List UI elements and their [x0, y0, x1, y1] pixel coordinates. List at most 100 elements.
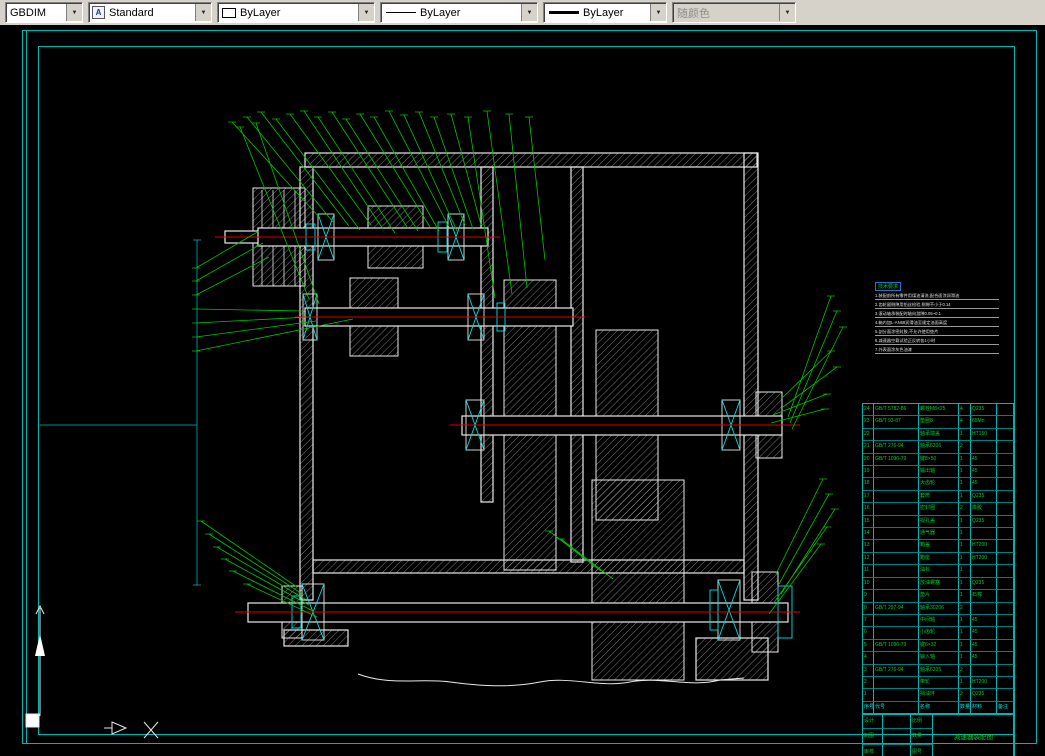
- table-cell: [997, 590, 1014, 603]
- object-properties-toolbar: GBDIM ▼ A Standard ▼ ByLayer ▼ ByLayer ▼…: [0, 0, 1045, 26]
- table-cell: 箱盖: [919, 540, 959, 553]
- table-cell: 1: [959, 528, 971, 541]
- table-cell: [874, 565, 919, 578]
- table-cell: 45: [971, 453, 997, 467]
- table-cell: HT200: [971, 676, 997, 690]
- table-cell: 大齿轮: [919, 478, 959, 491]
- table-cell: 2: [959, 689, 971, 702]
- chevron-down-icon[interactable]: ▼: [521, 4, 537, 21]
- table-row: 11 油标 1: [863, 565, 1014, 578]
- table-row: 24 GB/T 5782-86 螺栓M8×25 4 Q235: [863, 404, 1014, 417]
- table-cell: [874, 428, 919, 442]
- table-cell: 1: [959, 627, 971, 640]
- table-cell: 4: [959, 404, 971, 417]
- titleblock-label-check: 审核: [863, 745, 883, 756]
- dim-style-combo[interactable]: GBDIM ▼: [5, 2, 83, 23]
- table-cell: HT200: [971, 552, 997, 566]
- table-cell: [997, 503, 1014, 516]
- table-row: 13 箱盖 1 HT200: [863, 540, 1014, 553]
- table-cell: [997, 428, 1014, 442]
- table-cell: 小齿轮: [919, 627, 959, 640]
- plot-style-value: 随颜色: [677, 7, 710, 20]
- table-cell: [997, 490, 1014, 504]
- table-cell: 带轮: [919, 676, 959, 690]
- linetype-control-combo[interactable]: ByLayer ▼: [380, 2, 538, 23]
- table-cell: [971, 528, 997, 541]
- technical-notes-title: 技术要求: [875, 282, 902, 291]
- table-row: 22 轴承端盖 1 HT150: [863, 428, 1014, 442]
- table-cell: 垫片: [919, 590, 959, 603]
- titleblock-label-qty: 数量: [911, 729, 933, 745]
- text-style-value: Standard: [109, 6, 154, 19]
- table-cell: 1: [959, 466, 971, 479]
- table-row: 23 GB/T 93-87 垫圈8 4 65Mn: [863, 416, 1014, 429]
- table-cell: [997, 404, 1014, 417]
- lineweight-value: ByLayer: [583, 6, 624, 19]
- table-cell: [997, 552, 1014, 566]
- table-cell: [997, 565, 1014, 578]
- table-cell: 45: [971, 614, 997, 628]
- chevron-down-icon[interactable]: ▼: [650, 4, 666, 21]
- table-cell: HT150: [971, 428, 997, 442]
- dimension-lines: [40, 239, 201, 586]
- table-cell: 石棉: [971, 590, 997, 603]
- table-cell: [997, 614, 1014, 628]
- table-row: 14 通气器 1: [863, 528, 1014, 541]
- model-space-canvas[interactable]: 技术要求 1.装配前所有零件用煤油清洗,配合面涂润滑油 2.齿轮副侧隙用铅丝检验,…: [0, 25, 1045, 756]
- table-cell: 20: [863, 453, 874, 467]
- lineweight-control-combo[interactable]: ByLayer ▼: [543, 2, 667, 23]
- chevron-down-icon[interactable]: ▼: [195, 4, 211, 21]
- table-cell: 1: [959, 590, 971, 603]
- table-cell: [997, 540, 1014, 553]
- table-cell: 11: [863, 565, 874, 578]
- table-row: 9 垫片 1 石棉: [863, 590, 1014, 603]
- technical-note-line: 3.滚动轴承装配时轴向游隙0.05~0.1: [875, 311, 999, 318]
- table-cell: Q235: [971, 490, 997, 504]
- table-cell: 轴承6206: [919, 441, 959, 454]
- table-cell: 21: [863, 441, 874, 454]
- table-cell: GB/T 1096-79: [874, 639, 919, 653]
- table-row: 18 大齿轮 1 45: [863, 478, 1014, 491]
- chevron-down-icon[interactable]: ▼: [66, 4, 82, 21]
- table-cell: [971, 441, 997, 454]
- title-block: 设计 比例 减速器装配图 制图 数量 审核 图号: [862, 713, 1015, 756]
- table-cell: 轴承端盖: [919, 428, 959, 442]
- table-cell: 轴承30206: [919, 602, 959, 615]
- text-style-combo[interactable]: A Standard ▼: [88, 2, 212, 23]
- table-cell: HT200: [971, 540, 997, 553]
- table-row: 16 密封圈 2 橡胶: [863, 503, 1014, 516]
- table-row: 19 输出轴 1 45: [863, 466, 1014, 479]
- technical-note-line: 1.装配前所有零件用煤油清洗,配合面涂润滑油: [875, 293, 999, 300]
- titleblock-label-scale: 比例: [911, 714, 933, 729]
- color-control-combo[interactable]: ByLayer ▼: [217, 2, 375, 23]
- table-cell: [971, 664, 997, 677]
- titleblock-blank: [883, 729, 911, 745]
- titleblock-label-draw: 制图: [863, 729, 883, 745]
- table-cell: GB/T 5782-86: [874, 404, 919, 417]
- table-cell: 1: [959, 540, 971, 553]
- table-cell: GB/T 93-87: [874, 416, 919, 429]
- table-cell: [874, 577, 919, 591]
- technical-note-line: 4.箱内加L-AN68润滑油至规定油面高度: [875, 320, 999, 327]
- table-cell: [997, 676, 1014, 690]
- table-cell: 2: [959, 664, 971, 677]
- table-cell: [997, 577, 1014, 591]
- table-cell: 轴承6205: [919, 664, 959, 677]
- chevron-down-icon[interactable]: ▼: [358, 4, 374, 21]
- x-axis-arrow: [111, 721, 128, 735]
- table-cell: GB/T 1096-79: [874, 453, 919, 467]
- table-row: 7 中间轴 1 45: [863, 614, 1014, 628]
- table-cell: [997, 664, 1014, 677]
- table-cell: [997, 639, 1014, 653]
- table-cell: GB/T 297-94: [874, 602, 919, 615]
- table-cell: [874, 528, 919, 541]
- titleblock-label-dwgno: 图号: [911, 745, 933, 756]
- table-row: 17 套筒 1 Q235: [863, 490, 1014, 504]
- table-cell: 1: [959, 478, 971, 491]
- table-cell: Q235: [971, 515, 997, 529]
- table-cell: 12: [863, 552, 874, 566]
- technical-note-line: 5.剖分面涂密封胶,不允许使用垫片: [875, 329, 999, 336]
- table-cell: 23: [863, 416, 874, 429]
- table-cell: [997, 478, 1014, 491]
- table-cell: [997, 441, 1014, 454]
